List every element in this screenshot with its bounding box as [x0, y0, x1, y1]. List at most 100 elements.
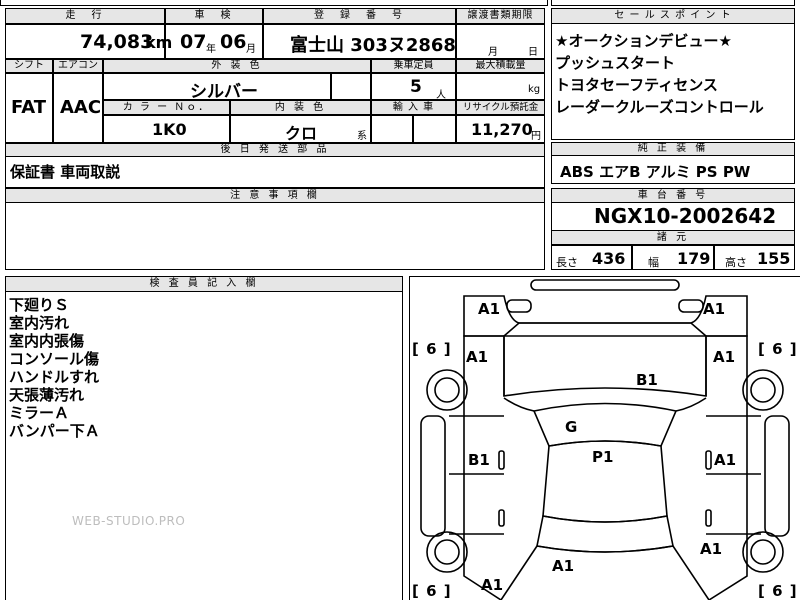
- capacity-value: 5: [410, 77, 422, 97]
- recycle-value: 11,270: [471, 120, 533, 139]
- wheel-front-left-inner: [434, 377, 460, 403]
- spec-width-label: 幅: [648, 256, 659, 269]
- inspector-header: 検 査 員 記 入 欄: [5, 276, 403, 292]
- right-handle-rear: [705, 509, 712, 527]
- right-mirror-shape: [675, 397, 707, 412]
- mark-hood: B1: [636, 371, 658, 389]
- specs-header: 諸 元: [551, 230, 795, 245]
- later-parts-text: 保証書 車両取説: [10, 163, 121, 181]
- genuine-equipment-header: 純 正 装 備: [551, 142, 795, 156]
- left-mirror-shape: [503, 397, 535, 412]
- mileage-header: 走 行: [5, 8, 165, 24]
- right-handle-front: [705, 450, 712, 470]
- watermark: WEB-STUDIO.PRO: [72, 514, 186, 528]
- transfer-deadline-header: 譲渡書類期限: [456, 8, 545, 24]
- left-panels: [449, 415, 504, 535]
- transfer-day-unit: 日: [528, 47, 538, 58]
- top-cut-strip: [0, 0, 548, 6]
- windshield-shape: [532, 402, 678, 447]
- spec-width-value: 179: [677, 249, 711, 268]
- top-right-cut-strip: [551, 0, 795, 6]
- mark-roof: P1: [592, 448, 614, 466]
- mark-fender-right: A1: [713, 348, 736, 366]
- rear-window-shape: [536, 515, 674, 553]
- tire-bracket-front-right: [ 6 ]: [758, 340, 798, 358]
- left-handle-rear: [498, 509, 505, 527]
- aircon-header: エアコン: [53, 59, 103, 73]
- wheel-front-right: [742, 369, 784, 411]
- registration-plate: 富士山 303ヌ2868: [290, 35, 456, 56]
- notes-header: 注 意 事 項 欄: [5, 188, 545, 203]
- mark-front-left: A1: [478, 300, 501, 318]
- tire-bracket-rear-right: [ 6 ]: [758, 582, 798, 600]
- mark-quarter-right: A1: [700, 540, 723, 558]
- right-headlight: [678, 299, 704, 313]
- wheel-front-left: [426, 369, 468, 411]
- chassis-header: 車 台 番 号: [551, 188, 795, 203]
- recycle-unit: 円: [531, 131, 541, 142]
- mark-door-right: A1: [714, 451, 737, 469]
- spec-height-value: 155: [757, 249, 791, 268]
- sales-points-header: セ ー ル ス ポ イ ン ト: [551, 8, 795, 24]
- wheel-rear-left-inner: [434, 539, 460, 565]
- mark-rear-left: A1: [481, 576, 504, 594]
- import-header: 輸 入 車: [371, 100, 456, 115]
- interior-color-suffix: 系: [357, 131, 367, 142]
- left-rail: [420, 415, 446, 537]
- wheel-rear-left: [426, 531, 468, 573]
- tire-bracket-front-left: [ 6 ]: [412, 340, 452, 358]
- wheel-rear-right: [742, 531, 784, 573]
- left-handle-front: [498, 450, 505, 470]
- inspection-month: 06: [220, 31, 247, 53]
- hood-shape: [503, 322, 707, 397]
- mark-trunk: A1: [552, 557, 575, 575]
- wheel-rear-right-inner: [750, 539, 776, 565]
- right-panels: [706, 415, 761, 535]
- front-plate-shape: [530, 279, 680, 291]
- sales-point-2: プッシュスタート: [555, 54, 676, 72]
- spec-length-label: 長さ: [556, 256, 578, 269]
- right-rail: [764, 415, 790, 537]
- max-load-header: 最大積載量: [456, 59, 545, 73]
- recycle-header: リサイクル預託金: [456, 100, 545, 115]
- mark-fender-left: A1: [466, 348, 489, 366]
- inspection-month-unit: 月: [246, 44, 256, 55]
- spec-height-label: 高さ: [725, 256, 747, 269]
- sales-point-1: ★オークションデビュー★: [555, 32, 732, 50]
- color-no-value: 1K0: [152, 120, 187, 139]
- shift-header: シフト: [5, 59, 53, 73]
- interior-color-header: 内 装 色: [230, 100, 371, 115]
- shift-value: FAT: [11, 97, 47, 118]
- wheel-front-right-inner: [750, 377, 776, 403]
- chassis-value: NGX10-2002642: [594, 204, 777, 228]
- import-cell-a: [371, 115, 413, 143]
- car-diagram-drawing: [420, 279, 790, 600]
- rear-body-shape: [500, 545, 710, 600]
- tire-bracket-rear-left: [ 6 ]: [412, 582, 452, 600]
- import-cell-b: [413, 115, 456, 143]
- later-parts-header: 後 日 発 送 部 品: [5, 143, 545, 157]
- spec-length-value: 436: [592, 249, 626, 268]
- interior-color-value: クロ: [285, 124, 318, 143]
- sales-point-3: トヨタセーフティセンス: [555, 76, 718, 94]
- inspection-year: 07: [180, 31, 207, 53]
- genuine-equipment-text: ABS エアB アルミ PS PW: [560, 163, 751, 181]
- sales-point-4: レーダークルーズコントロール: [555, 98, 764, 116]
- color-no-header: カ ラ ー Ｎｏ．: [103, 100, 230, 115]
- inspection-header: 車 検: [165, 8, 263, 24]
- exterior-color-spare: [331, 73, 371, 100]
- inspection-year-unit: 年: [206, 44, 216, 55]
- inspector-line-8: バンパー下Ａ: [9, 422, 100, 440]
- aircon-value: AAC: [60, 97, 102, 118]
- transfer-month-unit: 月: [488, 47, 498, 58]
- max-load-unit: kg: [528, 84, 541, 95]
- mark-front-right: A1: [703, 300, 726, 318]
- mark-door-left: B1: [468, 451, 490, 469]
- registration-header: 登 録 番 号: [263, 8, 456, 24]
- exterior-color-value: シルバー: [190, 82, 258, 102]
- mileage-value: 74,083: [80, 31, 154, 53]
- capacity-header: 乗車定員: [371, 59, 456, 73]
- capacity-unit: 人: [436, 90, 446, 101]
- left-headlight: [506, 299, 532, 313]
- mark-windshield: G: [565, 418, 578, 436]
